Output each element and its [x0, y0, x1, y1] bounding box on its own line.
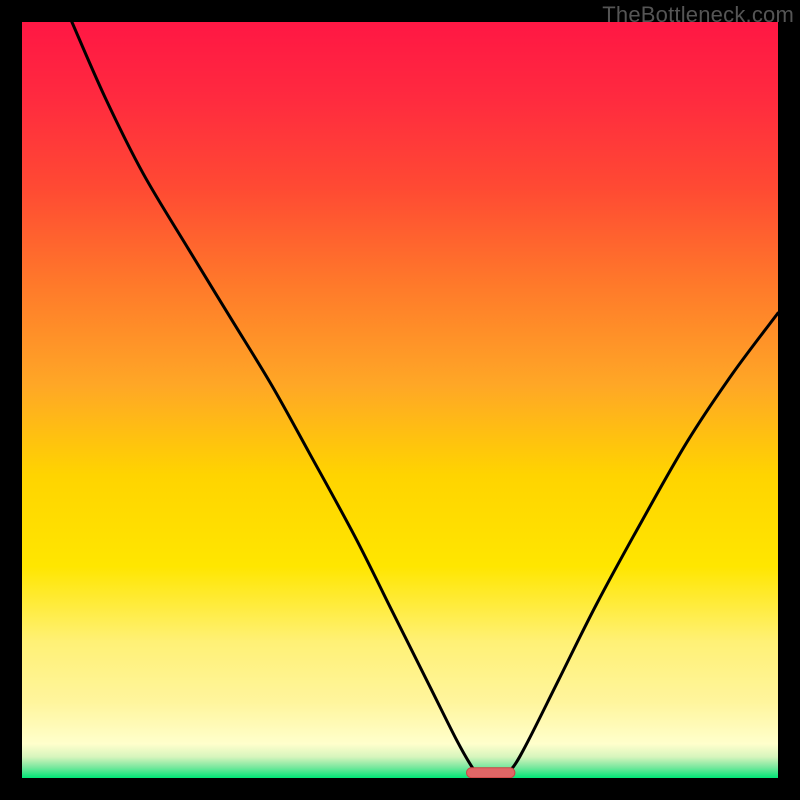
- plot-area: [22, 22, 778, 778]
- minimum-marker: [467, 768, 515, 778]
- gradient-svg: [22, 22, 778, 778]
- gradient-background: [22, 22, 778, 778]
- watermark-text: TheBottleneck.com: [602, 2, 794, 28]
- chart-frame: TheBottleneck.com: [0, 0, 800, 800]
